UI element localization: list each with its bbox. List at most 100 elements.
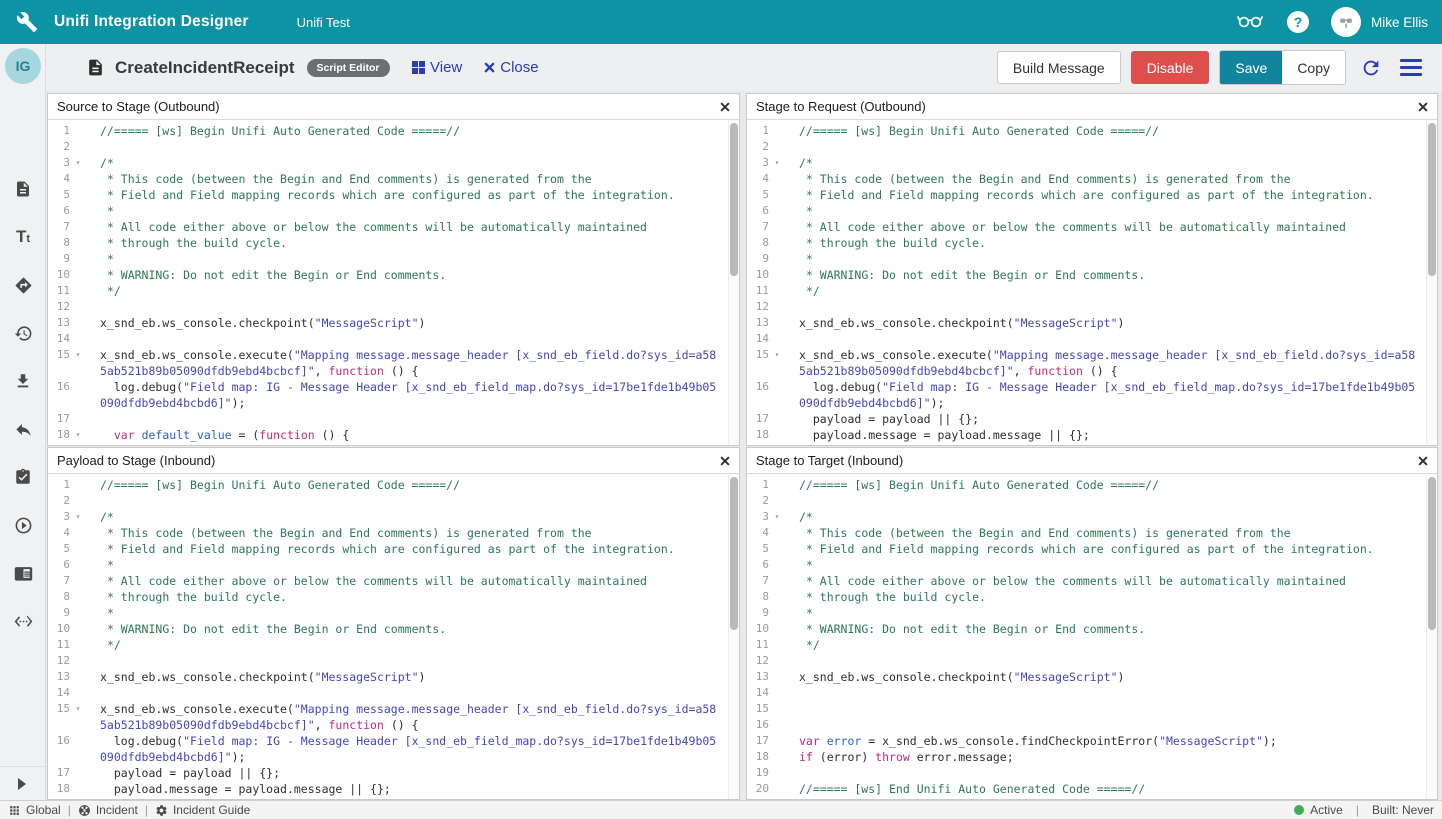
code-text: * This code (between the Begin and End c… xyxy=(785,525,1425,541)
fold-arrow-icon[interactable]: ▾ xyxy=(769,155,785,171)
panel-close-icon[interactable] xyxy=(1418,456,1428,466)
line-number: 16 xyxy=(48,379,70,411)
fold-arrow-icon[interactable]: ▾ xyxy=(70,155,86,171)
code-text xyxy=(86,299,727,315)
statusbar-item-global[interactable]: Global xyxy=(8,803,61,817)
panel-title: Stage to Request (Outbound) xyxy=(756,99,926,114)
fold-gutter xyxy=(769,299,785,315)
fold-gutter xyxy=(769,187,785,203)
documentation-icon[interactable] xyxy=(13,563,33,583)
panel-payload-to-stage: Payload to Stage (Inbound) 1//===== [ws]… xyxy=(47,447,740,800)
fold-gutter xyxy=(769,331,785,347)
fold-arrow-icon[interactable]: ▾ xyxy=(70,701,86,733)
fold-arrow-icon[interactable]: ▾ xyxy=(769,347,785,379)
code-editor[interactable]: 1//===== [ws] Begin Unifi Auto Generated… xyxy=(48,474,739,799)
statusbar-item-incident[interactable]: Incident xyxy=(78,803,138,817)
fold-gutter xyxy=(70,251,86,267)
code-editor[interactable]: 1//===== [ws] Begin Unifi Auto Generated… xyxy=(747,120,1437,445)
expand-right-icon[interactable] xyxy=(0,766,45,800)
fold-gutter xyxy=(769,717,785,733)
code-editor[interactable]: 1//===== [ws] Begin Unifi Auto Generated… xyxy=(48,120,739,445)
code-line: 9 * xyxy=(48,251,727,267)
fold-gutter xyxy=(70,283,86,299)
code-line: 3▾/* xyxy=(747,509,1425,525)
history-icon[interactable] xyxy=(13,323,33,343)
tasks-icon[interactable] xyxy=(13,467,33,487)
line-number: 16 xyxy=(747,379,769,411)
directions-icon[interactable] xyxy=(13,275,33,295)
incident-icon xyxy=(78,804,91,817)
refresh-icon[interactable] xyxy=(1356,53,1386,83)
scrollbar-thumb[interactable] xyxy=(730,123,738,276)
line-number: 10 xyxy=(747,267,769,283)
text-format-icon[interactable]: Tt xyxy=(13,227,33,247)
save-button[interactable]: Save xyxy=(1220,51,1282,84)
copy-button[interactable]: Copy xyxy=(1282,51,1345,84)
scrollbar-thumb[interactable] xyxy=(1428,123,1436,276)
code-line: 14 xyxy=(48,685,727,701)
panel-close-icon[interactable] xyxy=(720,456,730,466)
disable-button[interactable]: Disable xyxy=(1131,51,1210,84)
code-text: x_snd_eb.ws_console.checkpoint("MessageS… xyxy=(785,669,1425,685)
fold-arrow-icon[interactable]: ▾ xyxy=(70,509,86,525)
panel-close-icon[interactable] xyxy=(1418,102,1428,112)
help-icon[interactable]: ? xyxy=(1287,11,1309,33)
code-line: 5 * Field and Field mapping records whic… xyxy=(48,541,727,557)
line-number: 8 xyxy=(747,589,769,605)
scrollbar-thumb[interactable] xyxy=(730,477,738,630)
code-editor[interactable]: 1//===== [ws] Begin Unifi Auto Generated… xyxy=(747,474,1437,799)
fold-gutter xyxy=(70,477,86,493)
code-line: 16 xyxy=(747,717,1425,733)
code-text: * WARNING: Do not edit the Begin or End … xyxy=(785,267,1425,283)
code-line: 18 payload.message = payload.message || … xyxy=(747,427,1425,443)
fold-gutter xyxy=(70,219,86,235)
line-number: 11 xyxy=(48,637,70,653)
code-icon[interactable] xyxy=(13,611,33,631)
line-number: 6 xyxy=(747,557,769,573)
scrollbar xyxy=(728,120,739,445)
line-number: 7 xyxy=(747,219,769,235)
code-text: x_snd_eb.ws_console.checkpoint("MessageS… xyxy=(86,669,727,685)
code-line: 8 * through the build cycle. xyxy=(48,235,727,251)
fold-arrow-icon[interactable]: ▾ xyxy=(769,509,785,525)
code-text: //===== [ws] End Unifi Auto Generated Co… xyxy=(785,781,1425,797)
menu-icon[interactable] xyxy=(1396,53,1426,83)
line-number: 7 xyxy=(747,573,769,589)
code-text: payload = payload || {}; xyxy=(86,765,727,781)
code-text xyxy=(785,653,1425,669)
code-line: 6 * xyxy=(747,203,1425,219)
line-number: 15 xyxy=(48,701,70,733)
undo-icon[interactable] xyxy=(13,419,33,439)
line-number: 1 xyxy=(747,123,769,139)
user-name[interactable]: Mike Ellis xyxy=(1371,15,1428,30)
line-number: 4 xyxy=(747,171,769,187)
glasses-icon[interactable] xyxy=(1235,8,1265,37)
code-line: 3▾/* xyxy=(48,155,727,171)
fold-gutter xyxy=(769,621,785,637)
scrollbar-thumb[interactable] xyxy=(1428,477,1436,630)
fold-arrow-icon[interactable]: ▾ xyxy=(70,347,86,379)
code-text xyxy=(785,685,1425,701)
line-number: 5 xyxy=(48,187,70,203)
code-line: 13x_snd_eb.ws_console.checkpoint("Messag… xyxy=(48,315,727,331)
code-text: * through the build cycle. xyxy=(86,589,727,605)
view-button[interactable]: View xyxy=(412,59,463,76)
panel-close-icon[interactable] xyxy=(720,102,730,112)
fold-gutter xyxy=(769,541,785,557)
code-text: * All code either above or below the com… xyxy=(785,219,1425,235)
fold-gutter xyxy=(769,379,785,411)
code-line: 5 * Field and Field mapping records whic… xyxy=(48,187,727,203)
close-button[interactable]: Close xyxy=(484,59,538,76)
code-line: 12 xyxy=(747,299,1425,315)
build-message-button[interactable]: Build Message xyxy=(997,51,1121,84)
user-avatar[interactable] xyxy=(1331,7,1361,37)
fold-arrow-icon[interactable]: ▾ xyxy=(70,427,86,443)
fold-gutter xyxy=(70,765,86,781)
play-icon[interactable] xyxy=(13,515,33,535)
document-icon[interactable] xyxy=(13,179,33,199)
download-icon[interactable] xyxy=(13,371,33,391)
fold-gutter xyxy=(70,589,86,605)
integration-avatar[interactable]: IG xyxy=(5,48,41,84)
toolbar: CreateIncidentReceipt Script Editor View… xyxy=(0,44,1442,91)
statusbar-item-incident-guide[interactable]: Incident Guide xyxy=(155,803,250,817)
